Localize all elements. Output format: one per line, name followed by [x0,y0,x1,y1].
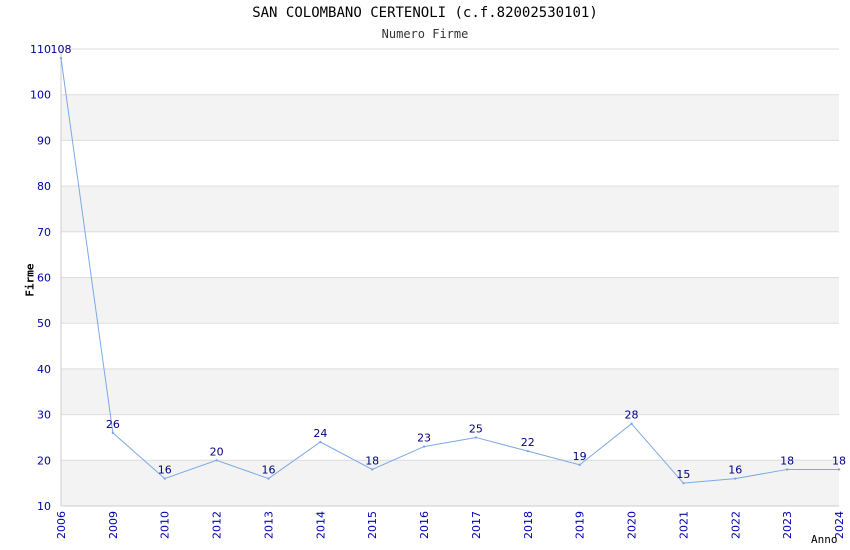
data-label: 15 [676,468,690,481]
x-tick-label: 2014 [314,511,327,539]
grid-band [61,277,839,324]
data-point [59,56,63,60]
x-tick-label: 2022 [729,511,742,539]
grid-band [61,94,839,141]
y-tick-label: 50 [37,317,51,330]
data-label: 18 [832,454,846,467]
data-point [682,481,685,485]
grid-band [61,49,839,95]
data-label: 19 [573,450,587,463]
x-tick-label: 2020 [626,511,639,539]
data-label: 28 [625,409,639,422]
data-label: 16 [158,464,172,477]
y-tick-label: 90 [37,134,51,147]
data-point [422,445,426,448]
data-point [474,436,478,439]
data-label: 20 [210,445,224,458]
grid-band [61,414,839,461]
grid-band [61,460,839,506]
x-tick-label: 2023 [781,511,794,539]
grid-band [61,368,839,415]
x-tick-label: 2018 [522,511,535,539]
grid-band [61,323,839,369]
y-tick-label: 100 [30,89,51,102]
data-point [267,477,270,480]
data-point [837,468,841,471]
data-point [215,459,218,462]
x-tick-label: 2015 [366,511,379,539]
data-point [734,477,737,480]
data-point [319,440,322,444]
data-label: 24 [313,427,327,440]
data-label: 23 [417,432,431,445]
x-tick-label: 2012 [211,511,224,539]
data-label: 18 [780,454,794,467]
data-point [371,468,374,471]
data-label: 16 [728,464,742,477]
y-tick-label: 30 [37,409,51,422]
grid-band [61,231,839,278]
data-label: 18 [365,454,379,467]
y-tick-label: 60 [37,272,51,285]
data-label: 108 [51,43,72,56]
data-label: 16 [261,464,275,477]
y-tick-label: 10 [37,500,51,513]
data-point [785,468,789,471]
x-tick-label: 2024 [833,511,846,539]
x-tick-label: 2021 [677,511,690,539]
y-tick-label: 80 [37,180,51,193]
data-point [578,463,581,467]
y-tick-label: 70 [37,226,51,239]
data-point [111,431,115,435]
x-tick-label: 2006 [55,511,68,539]
x-tick-label: 2010 [159,511,172,539]
y-tick-label: 40 [37,363,51,376]
x-tick-label: 2017 [470,511,483,539]
x-tick-label: 2013 [262,511,275,539]
x-tick-label: 2019 [574,511,587,539]
data-label: 22 [521,436,535,449]
data-label: 25 [469,422,483,435]
grid-band [61,186,839,232]
grid-band [61,140,839,187]
data-point [630,422,633,425]
line-chart: 10 20 30 40 50 60 70 80 90 100 110 2006 2009 2010 2012… [30,43,846,539]
chart-container: SAN COLOMBANO CERTENOLI (c.f.82002530101… [0,0,850,550]
y-tick-label: 20 [37,454,51,467]
data-label: 26 [106,418,120,431]
data-point [526,449,529,453]
x-tick-label: 2016 [418,511,431,539]
y-tick-label: 110 [30,43,51,56]
data-point [163,477,166,480]
x-tick-label: 2009 [107,511,120,539]
